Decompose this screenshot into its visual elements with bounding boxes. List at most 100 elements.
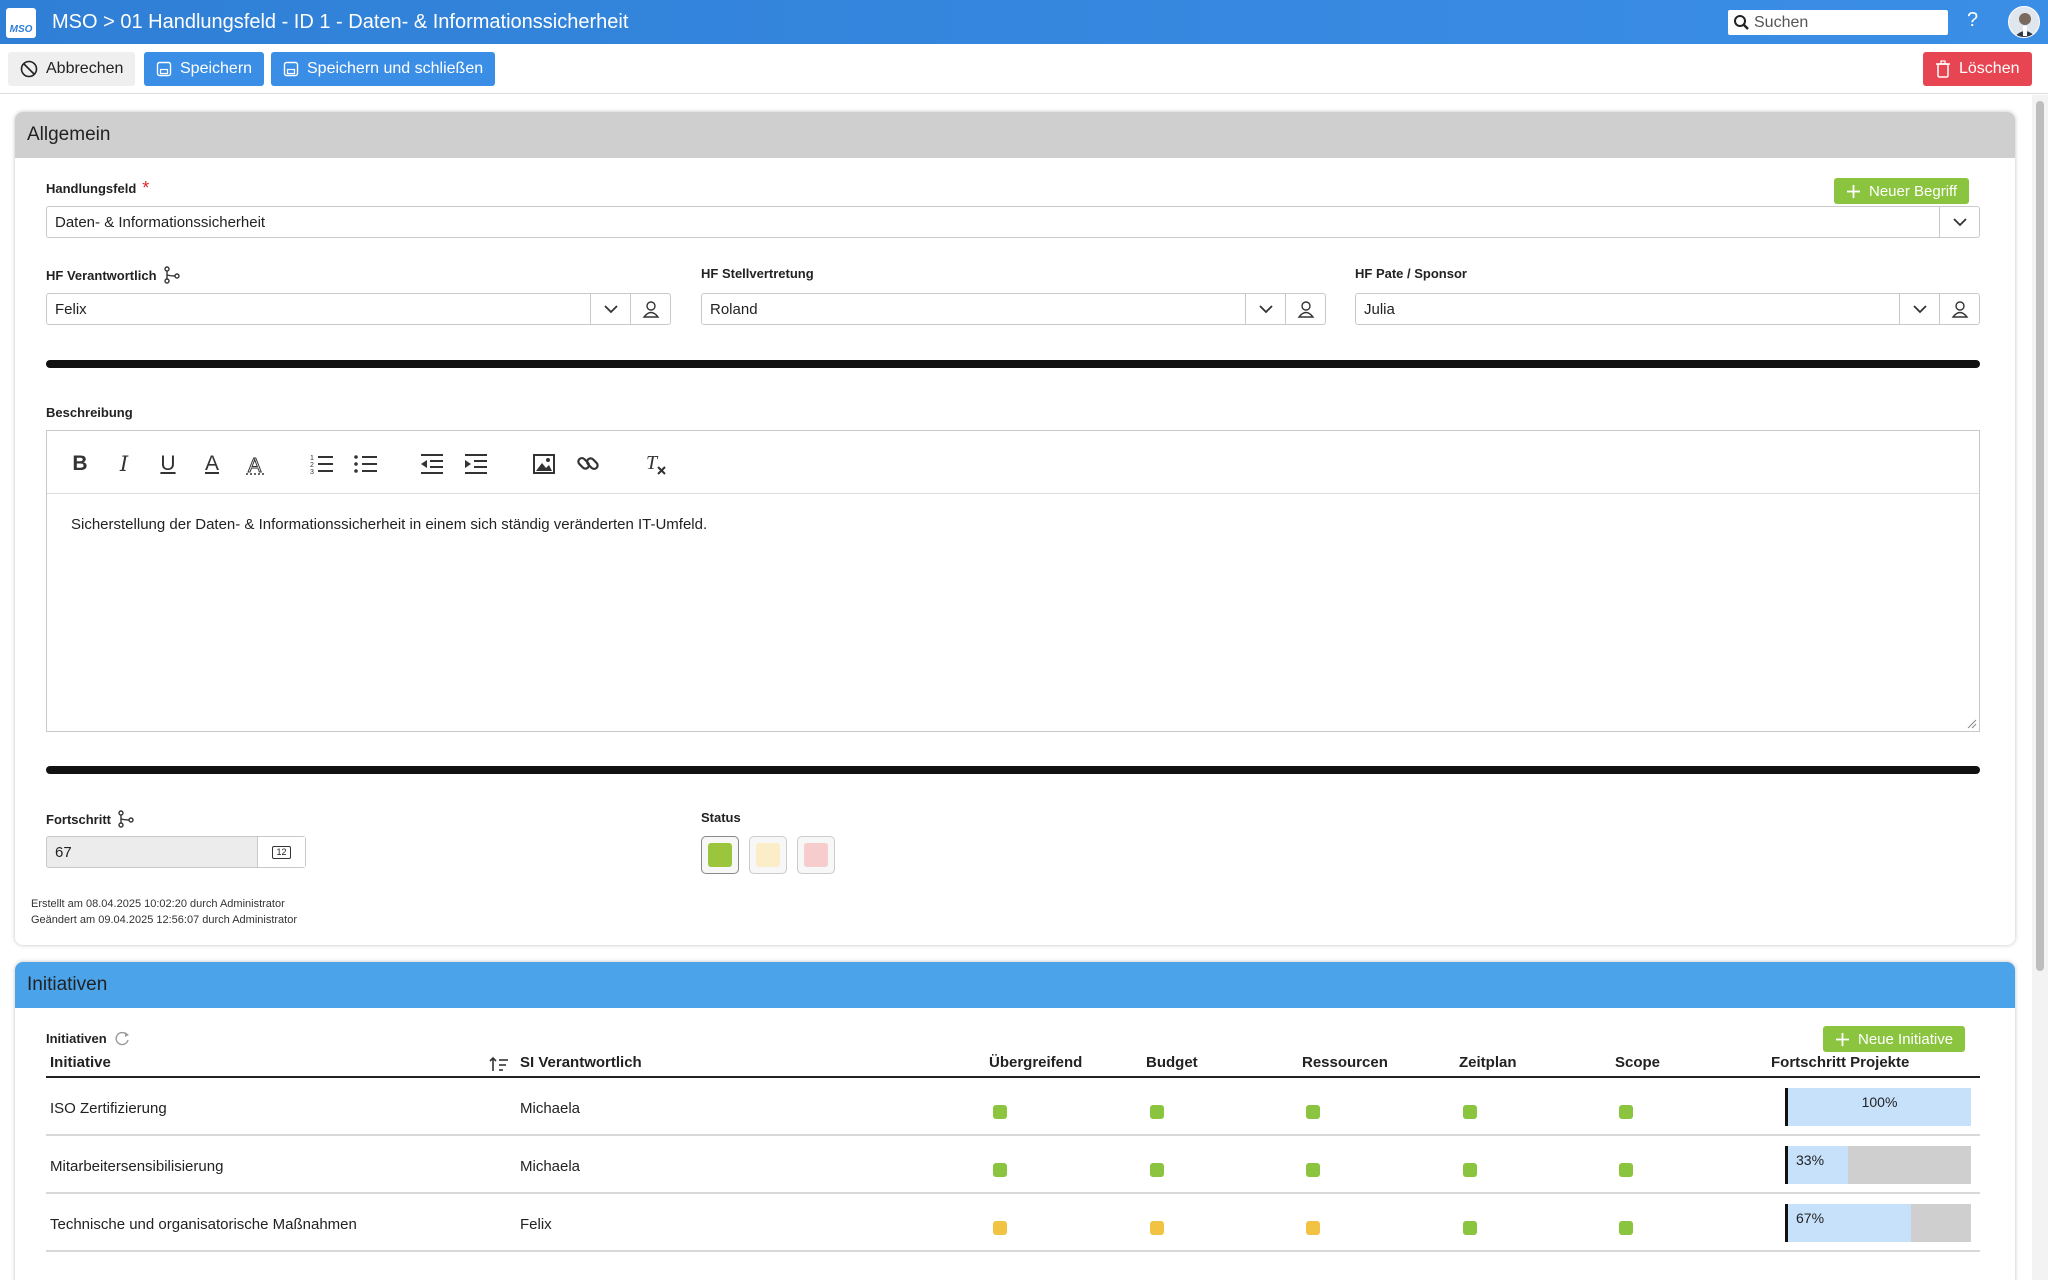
outdent-icon[interactable] <box>419 451 445 477</box>
progress-input[interactable]: 67 12 <box>46 836 306 868</box>
description-editor[interactable]: B I U A A 123 T Sicherstellung der Daten… <box>46 430 1980 732</box>
initiative-name[interactable]: Technische und organisatorische Maßnahme… <box>50 1216 357 1233</box>
cancel-label: Abbrechen <box>46 60 124 77</box>
handlungsfeld-select[interactable]: Daten- & Informationssicherheit <box>46 206 1980 238</box>
save-label: Speichern <box>180 60 253 77</box>
save-and-close-button[interactable]: Speichern und schließen <box>271 52 496 86</box>
resize-handle-icon[interactable] <box>1965 717 1977 729</box>
general-panel: Allgemein Handlungsfeld * Neuer Begriff … <box>15 112 2015 945</box>
workflow-icon[interactable] <box>163 266 181 284</box>
status-red-swatch <box>804 843 828 867</box>
sponsor-select[interactable]: Julia <box>1355 293 1980 325</box>
scope-status-indicator <box>1619 1221 1633 1235</box>
project-progress-bar: 33% <box>1785 1146 1971 1184</box>
responsible-select[interactable]: Felix <box>46 293 671 325</box>
progress-percent-label: 100% <box>1861 1094 1898 1110</box>
description-text: Sicherstellung der Daten- & Informations… <box>71 516 708 533</box>
image-icon[interactable] <box>531 451 557 477</box>
table-row[interactable]: ISO Zertifizierung Michaela 100% <box>46 1078 1980 1136</box>
ordered-list-icon[interactable]: 123 <box>309 451 335 477</box>
column-header-schedule[interactable]: Zeitplan <box>1459 1054 1517 1071</box>
app-header: MSO MSO > 01 Handlungsfeld - ID 1 - Date… <box>0 0 2048 44</box>
workflow-icon[interactable] <box>117 810 135 828</box>
page-scrollbar[interactable] <box>2032 95 2048 1280</box>
status-yellow-button[interactable] <box>749 836 787 874</box>
highlight-icon[interactable]: A <box>243 451 269 477</box>
sponsor-dropdown-button[interactable] <box>1899 294 1939 324</box>
schedule-status-indicator <box>1463 1221 1477 1235</box>
general-panel-title: Allgemein <box>15 112 2015 158</box>
initiative-name[interactable]: Mitarbeitersensibilisierung <box>50 1158 223 1175</box>
status-label: Status <box>701 810 741 825</box>
clear-format-icon[interactable]: T <box>643 451 669 477</box>
table-row[interactable]: Mitarbeitersensibilisierung Michaela 33% <box>46 1136 1980 1194</box>
progress-label: Fortschritt <box>46 810 135 828</box>
modified-info: Geändert am 09.04.2025 12:56:07 durch Ad… <box>31 914 298 926</box>
save-button[interactable]: Speichern <box>144 52 265 86</box>
refresh-icon[interactable] <box>113 1029 131 1047</box>
deputy-label: HF Stellvertretung <box>701 266 814 281</box>
deputy-select[interactable]: Roland <box>701 293 1326 325</box>
resources-status-indicator <box>1306 1221 1320 1235</box>
delete-button[interactable]: Löschen <box>1923 52 2032 86</box>
user-icon <box>1297 301 1314 318</box>
new-initiative-button[interactable]: Neue Initiative <box>1823 1026 1966 1052</box>
resources-status-indicator <box>1306 1105 1320 1119</box>
scrollbar-thumb[interactable] <box>2036 101 2044 971</box>
save-icon <box>283 61 299 77</box>
search-input[interactable]: Suchen <box>1728 10 1948 35</box>
resources-status-indicator <box>1306 1163 1320 1177</box>
number-icon: 12 <box>272 845 291 859</box>
scope-status-indicator <box>1619 1163 1633 1177</box>
cancel-button[interactable]: Abbrechen <box>8 52 136 86</box>
svg-text:3: 3 <box>310 469 314 475</box>
column-header-responsible[interactable]: SI Verantwortlich <box>520 1054 642 1071</box>
number-format-button[interactable]: 12 <box>257 837 305 867</box>
table-row[interactable]: Technische und organisatorische Maßnahme… <box>46 1194 1980 1252</box>
italic-icon[interactable]: I <box>111 451 137 477</box>
sort-ascending-icon[interactable] <box>489 1056 509 1072</box>
column-header-progress[interactable]: Fortschritt Projekte <box>1771 1054 1909 1071</box>
deputy-dropdown-button[interactable] <box>1245 294 1285 324</box>
deputy-person-picker[interactable] <box>1285 294 1325 324</box>
column-header-initiative[interactable]: Initiative <box>50 1054 111 1071</box>
search-placeholder: Suchen <box>1754 13 1809 31</box>
project-progress-bar: 67% <box>1785 1204 1971 1242</box>
new-initiative-label: Neue Initiative <box>1858 1030 1954 1048</box>
initiatives-list-label: Initiativen <box>46 1029 131 1047</box>
underline-icon[interactable]: U <box>155 451 181 477</box>
chevron-down-icon <box>1258 304 1273 313</box>
handlungsfeld-dropdown-button[interactable] <box>1939 207 1979 237</box>
page-title: MSO > 01 Handlungsfeld - ID 1 - Daten- &… <box>52 11 629 33</box>
initiative-responsible: Michaela <box>520 1100 581 1117</box>
budget-status-indicator <box>1150 1163 1164 1177</box>
bullet-list-icon[interactable] <box>353 451 379 477</box>
trash-icon <box>1936 60 1950 78</box>
user-avatar[interactable] <box>2008 6 2040 38</box>
indent-icon[interactable] <box>463 451 489 477</box>
status-green-button[interactable] <box>701 836 739 874</box>
responsible-person-picker[interactable] <box>630 294 670 324</box>
sponsor-person-picker[interactable] <box>1939 294 1979 324</box>
column-header-resources[interactable]: Ressourcen <box>1302 1054 1388 1071</box>
bold-icon[interactable]: B <box>67 451 93 477</box>
delete-label: Löschen <box>1959 60 2020 77</box>
text-color-icon[interactable]: A <box>199 451 225 477</box>
progress-value: 67 <box>55 843 72 861</box>
link-icon[interactable] <box>575 451 601 477</box>
initiatives-panel: Initiativen Initiativen Neue Initiative … <box>15 962 2015 1280</box>
avatar-icon <box>2014 13 2036 37</box>
column-header-scope[interactable]: Scope <box>1615 1054 1660 1071</box>
schedule-status-indicator <box>1463 1105 1477 1119</box>
svg-text:T: T <box>646 452 659 474</box>
help-button[interactable]: ? <box>1967 9 1978 32</box>
status-red-button[interactable] <box>797 836 835 874</box>
initiative-name[interactable]: ISO Zertifizierung <box>50 1100 167 1117</box>
app-logo[interactable]: MSO <box>6 8 36 38</box>
responsible-label-text: HF Verantwortlich <box>46 267 157 283</box>
column-header-budget[interactable]: Budget <box>1146 1054 1198 1071</box>
column-header-overall[interactable]: Übergreifend <box>989 1054 1082 1071</box>
user-icon <box>1951 301 1968 318</box>
new-term-button[interactable]: Neuer Begriff <box>1834 178 1970 204</box>
responsible-dropdown-button[interactable] <box>590 294 630 324</box>
